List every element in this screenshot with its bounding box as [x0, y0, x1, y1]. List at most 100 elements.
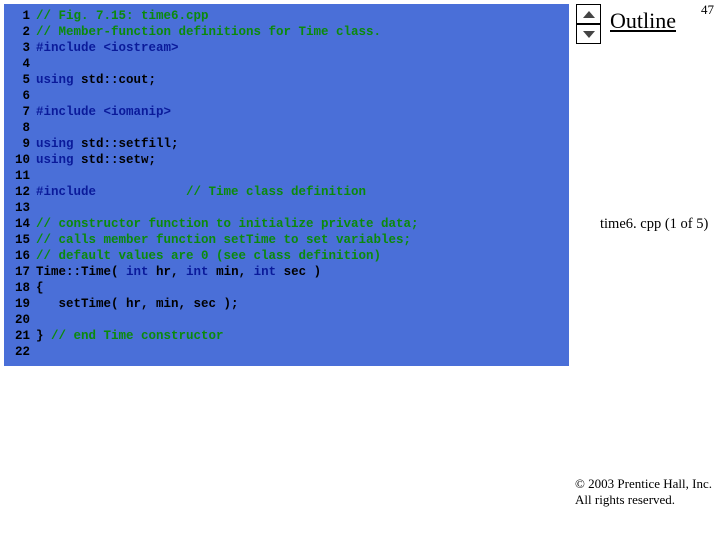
code-text: setTime( hr, min, sec ); [36, 296, 569, 312]
code-panel: 1// Fig. 7.15: time6.cpp2// Member-funct… [4, 4, 569, 366]
code-text [36, 168, 569, 184]
code-text [36, 200, 569, 216]
code-token: <iomanip> [104, 105, 172, 119]
code-line: 20 [4, 312, 569, 328]
code-line: 12#include // Time class definition [4, 184, 569, 200]
code-text: #include <iostream> [36, 40, 569, 56]
code-token: // calls member function setTime to set … [36, 233, 411, 247]
code-line: 13 [4, 200, 569, 216]
code-line: 11 [4, 168, 569, 184]
page-number: 47 [701, 2, 714, 18]
line-number: 16 [4, 248, 36, 264]
code-token: using [36, 73, 81, 87]
code-token: { [36, 281, 44, 295]
code-token: #include [36, 185, 96, 199]
line-number: 7 [4, 104, 36, 120]
code-token: hr, [149, 265, 187, 279]
code-line: 3#include <iostream> [4, 40, 569, 56]
line-number: 18 [4, 280, 36, 296]
outline-up-button[interactable] [576, 4, 601, 24]
code-text: using std::setfill; [36, 136, 569, 152]
code-line: 22 [4, 344, 569, 360]
line-number: 13 [4, 200, 36, 216]
code-line: 4 [4, 56, 569, 72]
code-line: 16// default values are 0 (see class def… [4, 248, 569, 264]
line-number: 11 [4, 168, 36, 184]
code-token: <iostream> [104, 41, 179, 55]
line-number: 19 [4, 296, 36, 312]
code-line: 14// constructor function to initialize … [4, 216, 569, 232]
line-number: 6 [4, 88, 36, 104]
line-number: 3 [4, 40, 36, 56]
code-text: using std::setw; [36, 152, 569, 168]
line-number: 5 [4, 72, 36, 88]
code-token: int [254, 265, 277, 279]
code-token: // constructor function to initialize pr… [36, 217, 419, 231]
line-number: 12 [4, 184, 36, 200]
code-token [96, 185, 186, 199]
copyright-line1: © 2003 Prentice Hall, Inc. [575, 476, 712, 491]
code-text: // Fig. 7.15: time6.cpp [36, 8, 569, 24]
line-number: 4 [4, 56, 36, 72]
line-number: 21 [4, 328, 36, 344]
code-token: int [186, 265, 209, 279]
code-line: 10using std::setw; [4, 152, 569, 168]
code-token: std::setfill; [81, 137, 179, 151]
copyright: © 2003 Prentice Hall, Inc. All rights re… [575, 476, 712, 508]
chevron-down-icon [583, 31, 595, 38]
code-token: setTime( hr, min, sec ); [36, 297, 239, 311]
code-token: min, [209, 265, 254, 279]
code-token: // Member-function definitions for Time … [36, 25, 381, 39]
code-token: // end Time constructor [51, 329, 224, 343]
line-number: 8 [4, 120, 36, 136]
code-line: 5using std::cout; [4, 72, 569, 88]
code-token: using [36, 137, 81, 151]
code-text [36, 312, 569, 328]
code-line: 9using std::setfill; [4, 136, 569, 152]
outline-down-button[interactable] [576, 24, 601, 44]
code-token: std::cout; [81, 73, 156, 87]
code-text: } // end Time constructor [36, 328, 569, 344]
code-text [36, 88, 569, 104]
code-text: // default values are 0 (see class defin… [36, 248, 569, 264]
line-number: 1 [4, 8, 36, 24]
chevron-up-icon [583, 11, 595, 18]
code-line: 1// Fig. 7.15: time6.cpp [4, 8, 569, 24]
code-text: #include <iomanip> [36, 104, 569, 120]
code-line: 19 setTime( hr, min, sec ); [4, 296, 569, 312]
code-token: std::setw; [81, 153, 156, 167]
code-line: 2// Member-function definitions for Time… [4, 24, 569, 40]
code-line: 21} // end Time constructor [4, 328, 569, 344]
code-token: int [126, 265, 149, 279]
line-number: 20 [4, 312, 36, 328]
outline-label: Outline [610, 8, 676, 34]
line-number: 9 [4, 136, 36, 152]
code-token: // default values are 0 (see class defin… [36, 249, 381, 263]
line-number: 15 [4, 232, 36, 248]
code-line: 8 [4, 120, 569, 136]
line-number: 14 [4, 216, 36, 232]
code-text: // calls member function setTime to set … [36, 232, 569, 248]
line-number: 22 [4, 344, 36, 360]
code-text [36, 56, 569, 72]
code-text: #include // Time class definition [36, 184, 569, 200]
code-token: using [36, 153, 81, 167]
code-line: 7#include <iomanip> [4, 104, 569, 120]
code-line: 17Time::Time( int hr, int min, int sec ) [4, 264, 569, 280]
file-caption: time6. cpp (1 of 5) [600, 216, 708, 233]
code-text: using std::cout; [36, 72, 569, 88]
code-text [36, 344, 569, 360]
code-token: // Time class definition [186, 185, 366, 199]
code-text [36, 120, 569, 136]
code-token: // Fig. 7.15: time6.cpp [36, 9, 209, 23]
code-line: 18{ [4, 280, 569, 296]
code-token: #include [36, 105, 104, 119]
code-token: } [36, 329, 51, 343]
code-token: Time::Time( [36, 265, 126, 279]
code-text: // Member-function definitions for Time … [36, 24, 569, 40]
code-token: sec ) [276, 265, 321, 279]
code-token: #include [36, 41, 104, 55]
code-text: // constructor function to initialize pr… [36, 216, 569, 232]
line-number: 17 [4, 264, 36, 280]
code-line: 6 [4, 88, 569, 104]
